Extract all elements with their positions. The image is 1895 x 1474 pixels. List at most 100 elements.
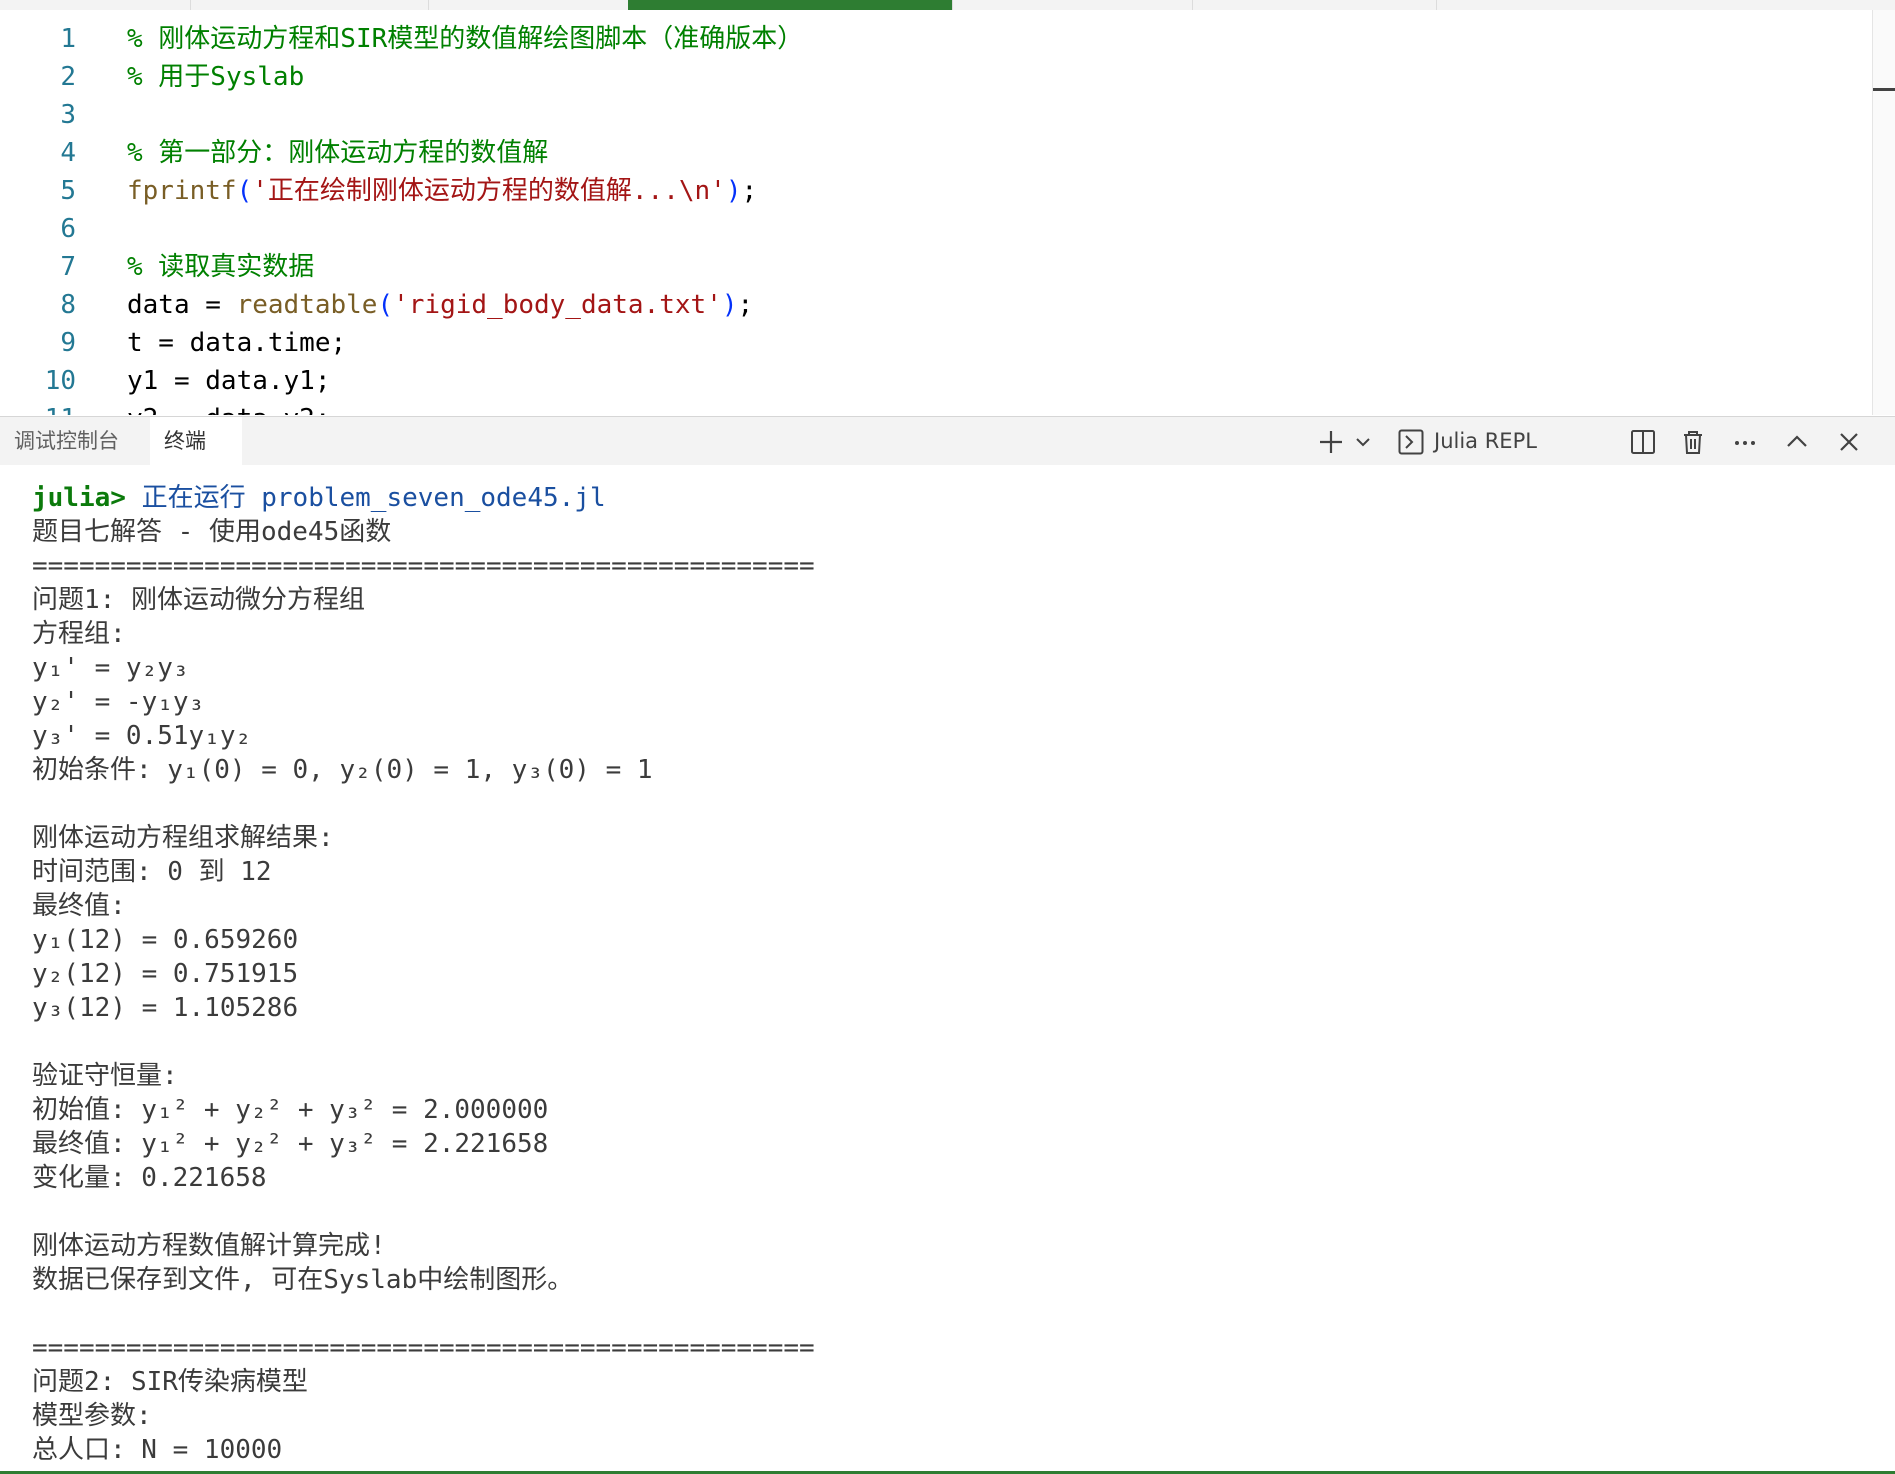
terminal-line: y₁' = y₂y₃: [32, 653, 189, 683]
code-token: fprintf: [127, 176, 237, 206]
terminal-line: y₂(12) = 0.751915: [32, 959, 299, 989]
line-number: 7: [60, 252, 76, 282]
code-line[interactable]: 2 % 用于Syslab: [0, 58, 1860, 96]
more-icon[interactable]: [1728, 423, 1762, 459]
code-text: t = data.time;: [127, 324, 346, 362]
line-number: 11: [0, 400, 76, 415]
chevron-down-icon[interactable]: [1352, 423, 1374, 459]
code-token: readtable: [236, 290, 378, 320]
trash-icon[interactable]: [1676, 423, 1710, 459]
line-number: 6: [60, 214, 76, 244]
line-number: 8: [60, 290, 76, 320]
code-token: 'rigid_body_data.txt': [393, 290, 722, 320]
code-line[interactable]: 7 % 读取真实数据: [0, 248, 1860, 286]
code-text: % 刚体运动方程和SIR模型的数值解绘图脚本（准确版本）: [127, 20, 803, 58]
line-number: 4: [60, 138, 76, 168]
code-text: y2 = data.y2;: [127, 400, 331, 415]
terminal-line: 题目七解答 - 使用ode45函数: [32, 517, 392, 547]
terminal-line: 模型参数:: [32, 1401, 152, 1431]
terminal-line: 刚体运动方程数值解计算完成!: [32, 1231, 386, 1261]
panel-header: 调试控制台 终端 Julia REPL (v1.9.3): [0, 416, 1895, 491]
terminal-line: 初始值: y₁² + y₂² + y₃² = 2.000000: [32, 1095, 549, 1125]
code-token: ;: [741, 176, 758, 206]
split-icon[interactable]: [1626, 423, 1660, 459]
code-text: % 用于Syslab: [127, 58, 304, 96]
code-token: ): [725, 176, 742, 206]
code-line[interactable]: 1 % 刚体运动方程和SIR模型的数值解绘图脚本（准确版本）: [0, 20, 1860, 58]
code-token: t = data.time;: [127, 328, 347, 358]
editor-scrollbar[interactable]: [1872, 10, 1895, 415]
code-token: y1 = data.y1;: [127, 366, 331, 396]
terminal-line: y₂' = -y₁y₃: [32, 687, 205, 717]
code-editor[interactable]: 1 % 刚体运动方程和SIR模型的数值解绘图脚本（准确版本） 2 % 用于Syslab…: [0, 10, 1895, 415]
tab-debug-console[interactable]: 调试控制台: [0, 417, 150, 465]
terminal-prompt-line: julia> 正在运行 problem_seven_ode45.jl: [32, 481, 606, 515]
code-line[interactable]: 6: [0, 210, 1860, 248]
terminal-line: 总人口: N = 10000: [32, 1435, 283, 1465]
scrollbar-thumb-marker[interactable]: [1873, 88, 1895, 91]
code-line[interactable]: 9 t = data.time;: [0, 324, 1860, 362]
terminal-line: y₃' = 0.51y₁y₂: [32, 721, 252, 751]
run-command-text: 正在运行 problem_seven_ode45.jl: [125, 483, 606, 513]
code-line[interactable]: 3: [0, 96, 1860, 134]
close-icon[interactable]: [1832, 423, 1866, 459]
code-token: ): [721, 290, 738, 320]
terminal-line: 问题2: SIR传染病模型: [32, 1367, 308, 1397]
terminal-icon: [1394, 423, 1428, 459]
code-token: (: [377, 290, 394, 320]
line-number: 1: [60, 24, 76, 54]
code-token: data =: [127, 290, 237, 320]
terminal-line: 时间范围: 0 到 12: [32, 857, 272, 887]
terminal-line: ========================================…: [32, 551, 815, 581]
editor-tab[interactable]: [0, 0, 191, 10]
repl-prompt: julia>: [32, 483, 126, 513]
editor-tab[interactable]: [190, 0, 429, 10]
code-token: y2 = data.y2;: [127, 404, 331, 415]
terminal-output[interactable]: julia> 正在运行 problem_seven_ode45.jl 题目七解答…: [0, 465, 1895, 1474]
code-line[interactable]: 11 y2 = data.y2;: [0, 400, 1860, 415]
code-token: '正在绘制刚体运动方程的数值解...\n': [252, 176, 726, 206]
line-number: 10: [44, 366, 76, 396]
terminal-line: y₃(12) = 1.105286: [32, 993, 299, 1023]
terminal-line: 问题1: 刚体运动微分方程组: [32, 585, 365, 615]
chevron-up-icon[interactable]: [1780, 423, 1814, 459]
editor-tab[interactable]: [428, 0, 629, 10]
editor-tab[interactable]: [1436, 0, 1895, 10]
code-token: % 第一部分：刚体运动方程的数值解: [127, 138, 549, 168]
terminal-line: y₁(12) = 0.659260: [32, 925, 299, 955]
code-token: % 读取真实数据: [127, 252, 315, 282]
terminal-line: 变化量: 0.221658: [32, 1163, 267, 1193]
code-text: fprintf('正在绘制刚体运动方程的数值解...\n');: [127, 172, 757, 210]
editor-tab[interactable]: [1192, 0, 1437, 10]
terminal-line: 初始条件: y₁(0) = 0, y₂(0) = 1, y₃(0) = 1: [32, 755, 653, 785]
code-text: % 读取真实数据: [127, 248, 314, 286]
terminal-line: 数据已保存到文件, 可在Syslab中绘制图形。: [32, 1265, 574, 1295]
code-line[interactable]: 4 % 第一部分：刚体运动方程的数值解: [0, 134, 1860, 172]
code-token: % 刚体运动方程和SIR模型的数值解绘图脚本（准确版本）: [127, 24, 804, 54]
terminal-line: 方程组:: [32, 619, 126, 649]
terminal-line: 最终值: y₁² + y₂² + y₃² = 2.221658: [32, 1129, 549, 1159]
code-line[interactable]: 10 y1 = data.y1;: [0, 362, 1860, 400]
code-token: ;: [737, 290, 754, 320]
editor-tab[interactable]: [952, 0, 1193, 10]
code-token: (: [236, 176, 253, 206]
line-number: 9: [60, 328, 76, 358]
line-number: 3: [60, 100, 76, 130]
editor-tab-active[interactable]: [628, 0, 953, 10]
tab-terminal[interactable]: 终端: [150, 417, 242, 465]
terminal-line: 验证守恒量:: [32, 1061, 178, 1091]
code-text: y1 = data.y1;: [127, 362, 331, 400]
code-line[interactable]: 5 fprintf('正在绘制刚体运动方程的数值解...\n');: [0, 172, 1860, 210]
code-token: % 用于Syslab: [127, 62, 305, 92]
plus-icon[interactable]: [1314, 423, 1348, 459]
terminal-name[interactable]: Julia REPL (v1.9.3): [1434, 423, 1609, 491]
terminal-line: ========================================…: [32, 1333, 815, 1363]
code-text: data = readtable('rigid_body_data.txt');: [127, 286, 753, 324]
code-line[interactable]: 8 data = readtable('rigid_body_data.txt')…: [0, 286, 1860, 324]
terminal-line: 最终值:: [32, 891, 126, 921]
editor-tab-strip: [0, 0, 1895, 10]
code-text: % 第一部分：刚体运动方程的数值解: [127, 134, 548, 172]
line-number: 5: [60, 176, 76, 206]
terminal-line: 刚体运动方程组求解结果:: [32, 823, 334, 853]
line-number: 2: [60, 62, 76, 92]
